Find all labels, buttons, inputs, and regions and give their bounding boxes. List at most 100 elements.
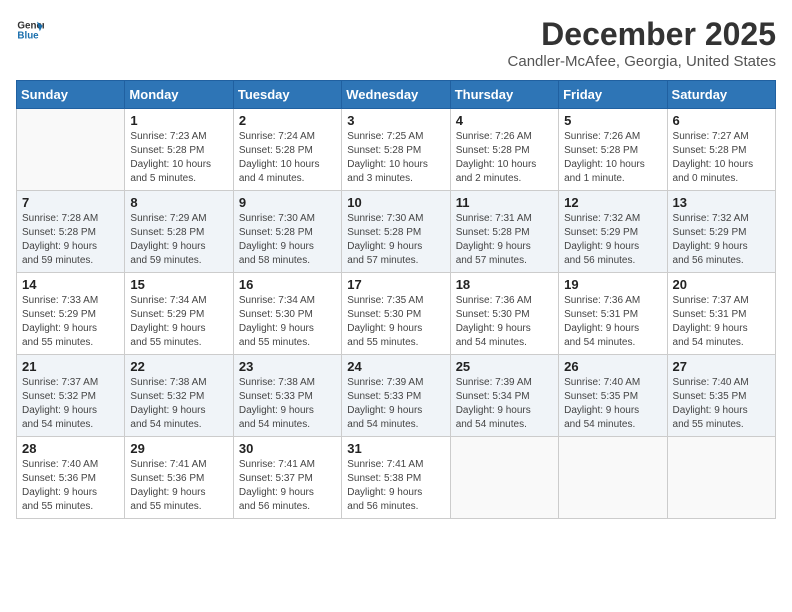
calendar-day-cell: 17Sunrise: 7:35 AM Sunset: 5:30 PM Dayli… (342, 273, 450, 355)
weekday-header: Saturday (667, 81, 775, 109)
location-title: Candler-McAfee, Georgia, United States (508, 53, 776, 70)
calendar-day-cell: 29 Sunrise: 7:41 AM Sunset: 5:36 PM Dayli… (125, 437, 233, 519)
weekday-header: Sunday (17, 81, 125, 109)
day-number: 26 (564, 359, 661, 374)
calendar-week-row: 7 Sunrise: 7:28 AM Sunset: 5:28 PM Daylig… (17, 191, 776, 273)
day-number: 15 (130, 277, 227, 292)
day-number: 27 (673, 359, 770, 374)
calendar-week-row: 21Sunrise: 7:37 AM Sunset: 5:32 PM Dayli… (17, 355, 776, 437)
day-info: Sunrise: 7:24 AM Sunset: 5:28 PM Dayligh… (239, 130, 336, 186)
calendar-day-cell (450, 437, 558, 519)
calendar-day-cell: 18 Sunrise: 7:36 AM Sunset: 5:30 PM Dayli… (450, 273, 558, 355)
day-number: 23 (239, 359, 336, 374)
day-number: 30 (239, 441, 336, 456)
day-number: 19 (564, 277, 661, 292)
day-info: Sunrise: 7:34 AM Sunset: 5:29 PM Dayligh… (130, 294, 227, 350)
calendar-day-cell: 27 Sunrise: 7:40 AM Sunset: 5:35 PM Dayli… (667, 355, 775, 437)
day-info: Sunrise: 7:41 AM Sunset: 5:37 PM Dayligh… (239, 458, 336, 514)
day-info: Sunrise: 7:38 AM Sunset: 5:33 PM Dayligh… (239, 376, 336, 432)
day-info: Sunrise: 7:39 AM Sunset: 5:34 PM Dayligh… (456, 376, 553, 432)
day-info: Sunrise: 7:38 AM Sunset: 5:32 PM Dayligh… (130, 376, 227, 432)
weekday-header: Wednesday (342, 81, 450, 109)
calendar-day-cell: 30 Sunrise: 7:41 AM Sunset: 5:37 PM Dayli… (233, 437, 341, 519)
day-info: Sunrise: 7:41 AM Sunset: 5:38 PM Dayligh… (347, 458, 444, 514)
calendar-day-cell: 13 Sunrise: 7:32 AM Sunset: 5:29 PM Dayli… (667, 191, 775, 273)
day-info: Sunrise: 7:33 AM Sunset: 5:29 PM Dayligh… (22, 294, 119, 350)
day-info: Sunrise: 7:25 AM Sunset: 5:28 PM Dayligh… (347, 130, 444, 186)
day-info: Sunrise: 7:40 AM Sunset: 5:35 PM Dayligh… (673, 376, 770, 432)
calendar-day-cell: 26 Sunrise: 7:40 AM Sunset: 5:35 PM Dayli… (559, 355, 667, 437)
day-number: 3 (347, 113, 444, 128)
svg-text:Blue: Blue (17, 30, 39, 41)
day-number: 18 (456, 277, 553, 292)
calendar-day-cell: 3 Sunrise: 7:25 AM Sunset: 5:28 PM Daylig… (342, 109, 450, 191)
calendar-week-row: 28Sunrise: 7:40 AM Sunset: 5:36 PM Dayli… (17, 437, 776, 519)
calendar-day-cell: 8 Sunrise: 7:29 AM Sunset: 5:28 PM Daylig… (125, 191, 233, 273)
logo: General Blue (16, 16, 46, 44)
day-number: 2 (239, 113, 336, 128)
weekday-header: Tuesday (233, 81, 341, 109)
calendar-header-row: SundayMondayTuesdayWednesdayThursdayFrid… (17, 81, 776, 109)
day-info: Sunrise: 7:32 AM Sunset: 5:29 PM Dayligh… (564, 212, 661, 268)
day-info: Sunrise: 7:23 AM Sunset: 5:28 PM Dayligh… (130, 130, 227, 186)
calendar-day-cell: 12 Sunrise: 7:32 AM Sunset: 5:29 PM Dayli… (559, 191, 667, 273)
calendar-day-cell: 4Sunrise: 7:26 AM Sunset: 5:28 PM Daylig… (450, 109, 558, 191)
calendar-day-cell: 9 Sunrise: 7:30 AM Sunset: 5:28 PM Daylig… (233, 191, 341, 273)
day-number: 25 (456, 359, 553, 374)
day-number: 31 (347, 441, 444, 456)
day-number: 12 (564, 195, 661, 210)
day-number: 22 (130, 359, 227, 374)
day-number: 9 (239, 195, 336, 210)
day-info: Sunrise: 7:26 AM Sunset: 5:28 PM Dayligh… (564, 130, 661, 186)
day-number: 14 (22, 277, 119, 292)
day-info: Sunrise: 7:32 AM Sunset: 5:29 PM Dayligh… (673, 212, 770, 268)
day-info: Sunrise: 7:26 AM Sunset: 5:28 PM Dayligh… (456, 130, 553, 186)
page-header: General Blue December 2025 Candler-McAfe… (16, 16, 776, 70)
day-info: Sunrise: 7:39 AM Sunset: 5:33 PM Dayligh… (347, 376, 444, 432)
calendar-day-cell: 24Sunrise: 7:39 AM Sunset: 5:33 PM Dayli… (342, 355, 450, 437)
day-info: Sunrise: 7:36 AM Sunset: 5:30 PM Dayligh… (456, 294, 553, 350)
calendar-day-cell: 14 Sunrise: 7:33 AM Sunset: 5:29 PM Dayli… (17, 273, 125, 355)
weekday-header: Thursday (450, 81, 558, 109)
calendar-day-cell: 10Sunrise: 7:30 AM Sunset: 5:28 PM Dayli… (342, 191, 450, 273)
day-number: 13 (673, 195, 770, 210)
day-info: Sunrise: 7:28 AM Sunset: 5:28 PM Dayligh… (22, 212, 119, 268)
calendar-day-cell: 2 Sunrise: 7:24 AM Sunset: 5:28 PM Daylig… (233, 109, 341, 191)
calendar-day-cell: 16 Sunrise: 7:34 AM Sunset: 5:30 PM Dayli… (233, 273, 341, 355)
day-info: Sunrise: 7:27 AM Sunset: 5:28 PM Dayligh… (673, 130, 770, 186)
calendar-week-row: 14 Sunrise: 7:33 AM Sunset: 5:29 PM Dayli… (17, 273, 776, 355)
day-info: Sunrise: 7:30 AM Sunset: 5:28 PM Dayligh… (239, 212, 336, 268)
day-info: Sunrise: 7:31 AM Sunset: 5:28 PM Dayligh… (456, 212, 553, 268)
title-section: December 2025 Candler-McAfee, Georgia, U… (508, 16, 776, 70)
day-info: Sunrise: 7:40 AM Sunset: 5:35 PM Dayligh… (564, 376, 661, 432)
day-number: 7 (22, 195, 119, 210)
calendar-day-cell: 21Sunrise: 7:37 AM Sunset: 5:32 PM Dayli… (17, 355, 125, 437)
calendar-day-cell: 22 Sunrise: 7:38 AM Sunset: 5:32 PM Dayli… (125, 355, 233, 437)
day-number: 29 (130, 441, 227, 456)
day-info: Sunrise: 7:34 AM Sunset: 5:30 PM Dayligh… (239, 294, 336, 350)
day-info: Sunrise: 7:41 AM Sunset: 5:36 PM Dayligh… (130, 458, 227, 514)
calendar-day-cell: 25 Sunrise: 7:39 AM Sunset: 5:34 PM Dayli… (450, 355, 558, 437)
day-number: 11 (456, 195, 553, 210)
calendar-day-cell (17, 109, 125, 191)
calendar-day-cell: 15 Sunrise: 7:34 AM Sunset: 5:29 PM Dayli… (125, 273, 233, 355)
calendar-day-cell (667, 437, 775, 519)
day-number: 5 (564, 113, 661, 128)
day-number: 16 (239, 277, 336, 292)
day-info: Sunrise: 7:36 AM Sunset: 5:31 PM Dayligh… (564, 294, 661, 350)
calendar-day-cell: 19 Sunrise: 7:36 AM Sunset: 5:31 PM Dayli… (559, 273, 667, 355)
calendar-day-cell: 1Sunrise: 7:23 AM Sunset: 5:28 PM Daylig… (125, 109, 233, 191)
day-info: Sunrise: 7:35 AM Sunset: 5:30 PM Dayligh… (347, 294, 444, 350)
calendar-day-cell: 20Sunrise: 7:37 AM Sunset: 5:31 PM Dayli… (667, 273, 775, 355)
day-number: 20 (673, 277, 770, 292)
day-info: Sunrise: 7:30 AM Sunset: 5:28 PM Dayligh… (347, 212, 444, 268)
calendar-day-cell: 28Sunrise: 7:40 AM Sunset: 5:36 PM Dayli… (17, 437, 125, 519)
day-info: Sunrise: 7:40 AM Sunset: 5:36 PM Dayligh… (22, 458, 119, 514)
day-info: Sunrise: 7:37 AM Sunset: 5:32 PM Dayligh… (22, 376, 119, 432)
day-info: Sunrise: 7:29 AM Sunset: 5:28 PM Dayligh… (130, 212, 227, 268)
calendar-week-row: 1Sunrise: 7:23 AM Sunset: 5:28 PM Daylig… (17, 109, 776, 191)
calendar-table: SundayMondayTuesdayWednesdayThursdayFrid… (16, 80, 776, 519)
calendar-day-cell (559, 437, 667, 519)
day-number: 6 (673, 113, 770, 128)
day-number: 8 (130, 195, 227, 210)
